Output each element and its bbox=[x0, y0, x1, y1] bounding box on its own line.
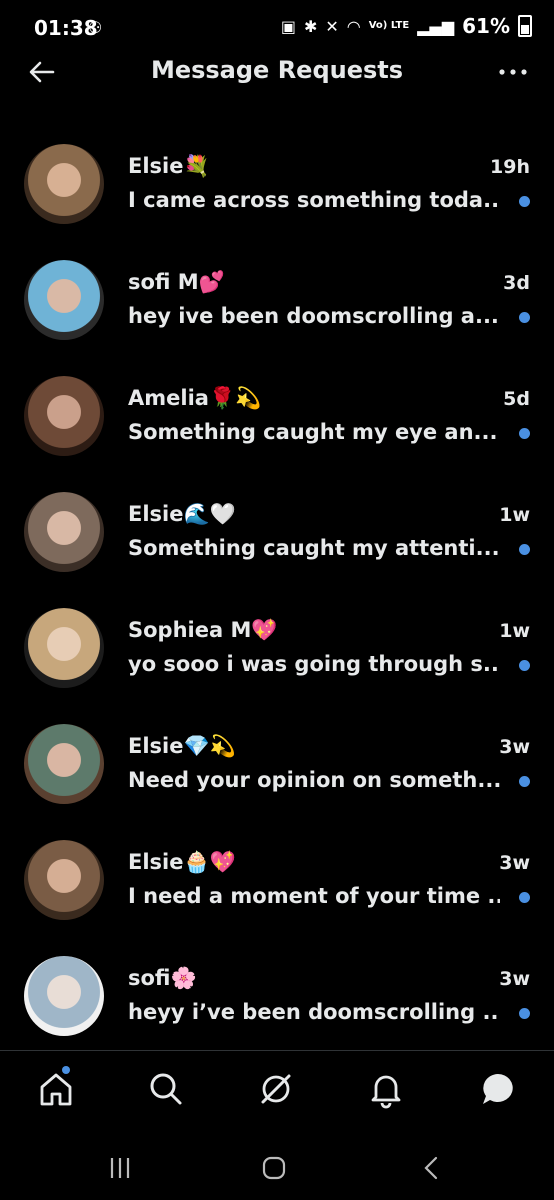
name-emoji: 🌸 bbox=[170, 966, 197, 990]
timestamp: 5d bbox=[503, 388, 530, 410]
search-icon bbox=[150, 1073, 182, 1105]
avatar[interactable] bbox=[24, 840, 104, 920]
avatar[interactable] bbox=[24, 492, 104, 572]
unread-indicator bbox=[519, 776, 530, 787]
avatar[interactable] bbox=[24, 260, 104, 340]
unread-indicator bbox=[519, 428, 530, 439]
message-preview: yo sooo i was going through s... bbox=[128, 652, 500, 676]
sender-name: Elsie🌊🤍 bbox=[128, 502, 236, 527]
message-request-row[interactable]: Elsie🌊🤍 1w Something caught my attenti..… bbox=[0, 476, 554, 592]
page-title: Message Requests bbox=[150, 56, 404, 84]
name-emoji: 🧁💖 bbox=[183, 850, 236, 874]
status-icons: ▣ ✱ ✕ ◠ Vo) LTE ▂▄▆ 61% bbox=[281, 14, 532, 38]
name-emoji: 💎💫 bbox=[183, 734, 236, 758]
unread-indicator bbox=[519, 544, 530, 555]
unread-indicator bbox=[519, 312, 530, 323]
message-request-row[interactable]: Elsie💐 19h I came across something toda.… bbox=[0, 128, 554, 244]
unread-indicator bbox=[519, 660, 530, 671]
system-nav bbox=[0, 1130, 554, 1200]
nav-messages[interactable] bbox=[478, 1069, 518, 1109]
name-emoji: 🌹💫 bbox=[208, 386, 262, 410]
bluetooth-icon: ✱ bbox=[303, 16, 318, 36]
sender-name: Elsie🧁💖 bbox=[128, 850, 236, 875]
home-circle-icon bbox=[262, 1156, 286, 1180]
more-icon bbox=[499, 69, 527, 75]
notifications-icon bbox=[371, 1075, 401, 1109]
message-preview: I need a moment of your time ... bbox=[128, 884, 500, 908]
avatar[interactable] bbox=[24, 144, 104, 224]
name-emoji: 💐 bbox=[183, 154, 210, 178]
chevron-left-icon bbox=[424, 1156, 438, 1180]
message-request-list: Elsie💐 19h I came across something toda.… bbox=[0, 128, 554, 1056]
message-preview: hey ive been doomscrolling a... bbox=[128, 304, 499, 328]
message-preview: heyy i’ve been doomscrolling ... bbox=[128, 1000, 500, 1024]
timestamp: 3w bbox=[499, 852, 530, 874]
sender-name-text: Sophiea M bbox=[128, 618, 252, 642]
unread-indicator bbox=[519, 196, 530, 207]
battery-percent: 61% bbox=[462, 14, 510, 38]
header: Message Requests bbox=[0, 50, 554, 94]
wifi-icon: ◠ bbox=[346, 16, 361, 36]
sender-name: Sophiea M💖 bbox=[128, 618, 278, 643]
message-request-row[interactable]: Sophiea M💖 1w yo sooo i was going throug… bbox=[0, 592, 554, 708]
home-notification-dot bbox=[62, 1066, 70, 1074]
sender-name-text: sofi M bbox=[128, 270, 199, 294]
unread-indicator bbox=[519, 1008, 530, 1019]
sender-name: Amelia🌹💫 bbox=[128, 386, 261, 411]
grok-icon bbox=[261, 1074, 291, 1104]
sender-name-text: Elsie bbox=[128, 154, 184, 178]
timestamp: 1w bbox=[499, 620, 530, 642]
sender-name-text: Elsie bbox=[128, 734, 184, 758]
bottom-nav bbox=[0, 1050, 554, 1131]
sender-name-text: Elsie bbox=[128, 850, 184, 874]
sender-name-text: Elsie bbox=[128, 502, 184, 526]
battery-icon bbox=[518, 15, 532, 37]
message-preview: Something caught my attenti... bbox=[128, 536, 500, 560]
home-icon bbox=[40, 1073, 72, 1106]
message-request-row[interactable]: sofi🌸 3w heyy i’ve been doomscrolling ..… bbox=[0, 940, 554, 1056]
sender-name: Elsie💎💫 bbox=[128, 734, 236, 759]
home-button[interactable] bbox=[258, 1152, 290, 1184]
message-preview: Need your opinion on someth... bbox=[128, 768, 500, 792]
timestamp: 3w bbox=[499, 968, 530, 990]
avatar[interactable] bbox=[24, 608, 104, 688]
message-request-row[interactable]: Elsie🧁💖 3w I need a moment of your time … bbox=[0, 824, 554, 940]
avatar[interactable] bbox=[24, 724, 104, 804]
signal-icon: ▂▄▆ bbox=[417, 16, 455, 36]
name-emoji: 💖 bbox=[251, 618, 278, 642]
nav-grok[interactable] bbox=[256, 1069, 296, 1109]
lte-icon: Vo) LTE bbox=[368, 20, 410, 31]
recent-apps-button[interactable] bbox=[104, 1152, 136, 1184]
avatar[interactable] bbox=[24, 956, 104, 1036]
sender-name: sofi M💕 bbox=[128, 270, 225, 295]
battery-saver-icon: ▣ bbox=[280, 16, 296, 36]
sender-name: Elsie💐 bbox=[128, 154, 210, 179]
name-emoji: 🌊🤍 bbox=[183, 502, 236, 526]
message-preview: Something caught my eye an... bbox=[128, 420, 498, 444]
avatar[interactable] bbox=[24, 376, 104, 456]
sender-name: sofi🌸 bbox=[128, 966, 197, 991]
unread-indicator bbox=[519, 892, 530, 903]
nav-home[interactable] bbox=[36, 1069, 76, 1109]
message-request-row[interactable]: Elsie💎💫 3w Need your opinion on someth..… bbox=[0, 708, 554, 824]
vpn-icon: ⚇ bbox=[88, 18, 103, 37]
more-options-button[interactable] bbox=[496, 58, 530, 86]
message-request-row[interactable]: Amelia🌹💫 5d Something caught my eye an..… bbox=[0, 360, 554, 476]
sender-name-text: Amelia bbox=[128, 386, 209, 410]
status-bar: 01:38 ⚇ ▣ ✱ ✕ ◠ Vo) LTE ▂▄▆ 61% bbox=[0, 0, 554, 56]
message-request-row[interactable]: sofi M💕 3d hey ive been doomscrolling a.… bbox=[0, 244, 554, 360]
timestamp: 1w bbox=[499, 504, 530, 526]
sender-name-text: sofi bbox=[128, 966, 171, 990]
timestamp: 3d bbox=[503, 272, 530, 294]
name-emoji: 💕 bbox=[198, 270, 225, 294]
timestamp: 19h bbox=[490, 156, 530, 178]
messages-icon bbox=[483, 1074, 513, 1104]
nav-notifications[interactable] bbox=[366, 1069, 406, 1109]
timestamp: 3w bbox=[499, 736, 530, 758]
back-nav-button[interactable] bbox=[416, 1152, 448, 1184]
recent-apps-icon bbox=[110, 1158, 130, 1178]
nav-search[interactable] bbox=[146, 1069, 186, 1109]
mute-icon: ✕ bbox=[325, 16, 339, 36]
message-preview: I came across something toda... bbox=[128, 188, 500, 212]
